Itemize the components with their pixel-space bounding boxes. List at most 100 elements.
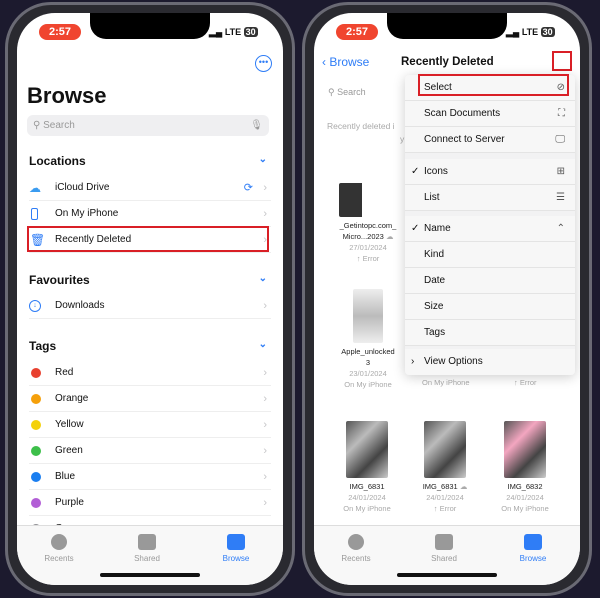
favourites-header[interactable]: Favourites ⌄ xyxy=(29,273,271,287)
tag-yellow[interactable]: Yellow › xyxy=(29,412,271,438)
tag-green[interactable]: Green › xyxy=(29,438,271,464)
file-name-line2: Micro...2023 xyxy=(342,232,384,241)
left-phone: 2:57 ▂▄ LTE 30 ••• Browse ⚲ Search 🎙 Loca… xyxy=(5,2,295,596)
row-label: On My iPhone xyxy=(55,208,119,219)
back-button[interactable]: ‹ Browse xyxy=(322,55,369,69)
tab-browse[interactable]: Browse xyxy=(206,534,266,563)
menu-label: Connect to Server xyxy=(424,134,505,145)
clock-icon xyxy=(51,534,67,550)
search-input[interactable]: ⚲ Search 🎙 xyxy=(27,115,269,136)
file-item[interactable]: IMG_6832 24/01/2024 On My iPhone xyxy=(485,421,565,514)
home-indicator xyxy=(100,573,200,577)
tab-label: Browse xyxy=(222,554,250,563)
page-title: Recently Deleted xyxy=(401,56,494,68)
file-item[interactable]: Apple_unlocked 3 23/01/2024 On My iPhone xyxy=(328,289,408,390)
file-status: ↑ Error xyxy=(356,254,380,263)
file-item[interactable]: _Getintopc.com_ Micro...2023 ☁ 27/01/2024 ↑… xyxy=(328,183,408,264)
file-thumbnail xyxy=(346,421,388,478)
download-icon: ↓ xyxy=(29,299,41,312)
menu-sort-name[interactable]: ✓ Name ⌃ xyxy=(405,216,575,242)
favourite-downloads[interactable]: ↓ Downloads › xyxy=(29,293,271,319)
chevron-up-icon: ⌃ xyxy=(556,223,565,234)
menu-label: Size xyxy=(424,301,444,312)
location-on-my-iphone[interactable]: On My iPhone › xyxy=(29,201,271,227)
tag-color-dot xyxy=(31,471,41,482)
tag-color-dot xyxy=(31,497,41,508)
tab-label: Browse xyxy=(519,554,547,563)
mic-icon[interactable]: 🎙 xyxy=(250,115,263,136)
tab-recents[interactable]: Recents xyxy=(29,534,89,563)
partial-status-left: On My iPhone xyxy=(422,378,470,387)
tags-header[interactable]: Tags ⌄ xyxy=(29,339,271,353)
more-options-icon[interactable]: ••• xyxy=(255,55,272,72)
menu-sort-kind[interactable]: Kind xyxy=(405,242,575,268)
cloud-icon: ☁ xyxy=(459,482,468,491)
battery: 30 xyxy=(540,27,555,37)
tag-orange[interactable]: Orange › xyxy=(29,386,271,412)
highlight-box xyxy=(27,226,269,252)
status-time: 2:57 xyxy=(39,24,81,40)
menu-label: Name xyxy=(424,223,451,234)
right-phone: 2:57 ▂▄ LTE 30 ‹ Browse Recently Deleted… xyxy=(302,2,592,596)
menu-scan-documents[interactable]: Scan Documents ⛶ xyxy=(405,101,575,127)
menu-sort-size[interactable]: Size xyxy=(405,294,575,320)
tag-blue[interactable]: Blue › xyxy=(29,464,271,490)
menu-connect-to-server[interactable]: Connect to Server 🖵 xyxy=(405,127,575,153)
tab-shared[interactable]: Shared xyxy=(117,534,177,563)
row-label: Downloads xyxy=(55,300,105,311)
locations-header[interactable]: Locations ⌄ xyxy=(29,154,271,168)
tag-red[interactable]: Red › xyxy=(29,360,271,386)
file-item[interactable]: IMG_6831 ☁ 24/01/2024 ↑ Error xyxy=(405,421,485,514)
search-placeholder: Search xyxy=(43,120,75,131)
tab-browse[interactable]: Browse xyxy=(503,534,563,563)
chevron-right-icon: › xyxy=(411,356,415,367)
checkmark-icon: ✓ xyxy=(411,223,420,234)
locations-title: Locations xyxy=(29,154,86,168)
file-name: _Getintopc.com_ xyxy=(339,221,397,230)
more-options-button[interactable] xyxy=(552,51,572,71)
menu-sort-tags[interactable]: Tags xyxy=(405,320,575,346)
folder-icon xyxy=(227,534,245,550)
chevron-right-icon: › xyxy=(263,392,267,405)
menu-icons[interactable]: ✓ Icons ⊞ xyxy=(405,159,575,185)
file-status: ↑ Error xyxy=(433,504,457,513)
favourites-title: Favourites xyxy=(29,273,90,287)
file-date: 24/01/2024 xyxy=(506,493,544,502)
menu-view-options[interactable]: › View Options xyxy=(405,349,575,375)
row-label: iCloud Drive xyxy=(55,182,110,193)
menu-list[interactable]: List ☰ xyxy=(405,185,575,211)
search-input[interactable]: ⚲ Search xyxy=(328,83,404,101)
list-icon: ☰ xyxy=(556,192,565,203)
row-label: Purple xyxy=(55,497,84,508)
chevron-down-icon[interactable]: ⌄ xyxy=(259,273,267,284)
tab-label: Shared xyxy=(134,554,160,563)
chevron-right-icon: › xyxy=(263,366,267,379)
tab-recents[interactable]: Recents xyxy=(326,534,386,563)
chevron-right-icon: › xyxy=(263,207,267,220)
location-icloud-drive[interactable]: ☁ iCloud Drive ⟳ › xyxy=(29,175,271,201)
file-name-text: IMG_6831 xyxy=(422,482,458,491)
file-thumbnail xyxy=(339,183,397,217)
scan-icon: ⛶ xyxy=(558,108,565,119)
tag-purple[interactable]: Purple › xyxy=(29,490,271,516)
chevron-down-icon[interactable]: ⌄ xyxy=(259,339,267,350)
tag-color-dot xyxy=(31,419,41,430)
menu-sort-date[interactable]: Date xyxy=(405,268,575,294)
file-item[interactable]: IMG_6831 24/01/2024 On My iPhone xyxy=(327,421,407,514)
battery: 30 xyxy=(243,27,258,37)
file-status: On My iPhone xyxy=(343,504,391,513)
file-name: IMG_6832 xyxy=(507,482,543,491)
info-text: Recently deleted i xyxy=(327,121,395,131)
row-label: Red xyxy=(55,367,74,378)
row-label: Blue xyxy=(55,471,76,482)
file-date: 23/01/2024 xyxy=(349,369,387,378)
menu-label: Kind xyxy=(424,249,445,260)
row-label: Orange xyxy=(55,393,89,404)
menu-label: Tags xyxy=(424,327,446,338)
file-date: 27/01/2024 xyxy=(349,243,387,252)
menu-label: Icons xyxy=(424,166,448,177)
file-name-2: 3 xyxy=(365,358,371,367)
chevron-down-icon[interactable]: ⌄ xyxy=(259,154,267,165)
tab-shared[interactable]: Shared xyxy=(414,534,474,563)
tag-color-dot xyxy=(31,445,41,456)
